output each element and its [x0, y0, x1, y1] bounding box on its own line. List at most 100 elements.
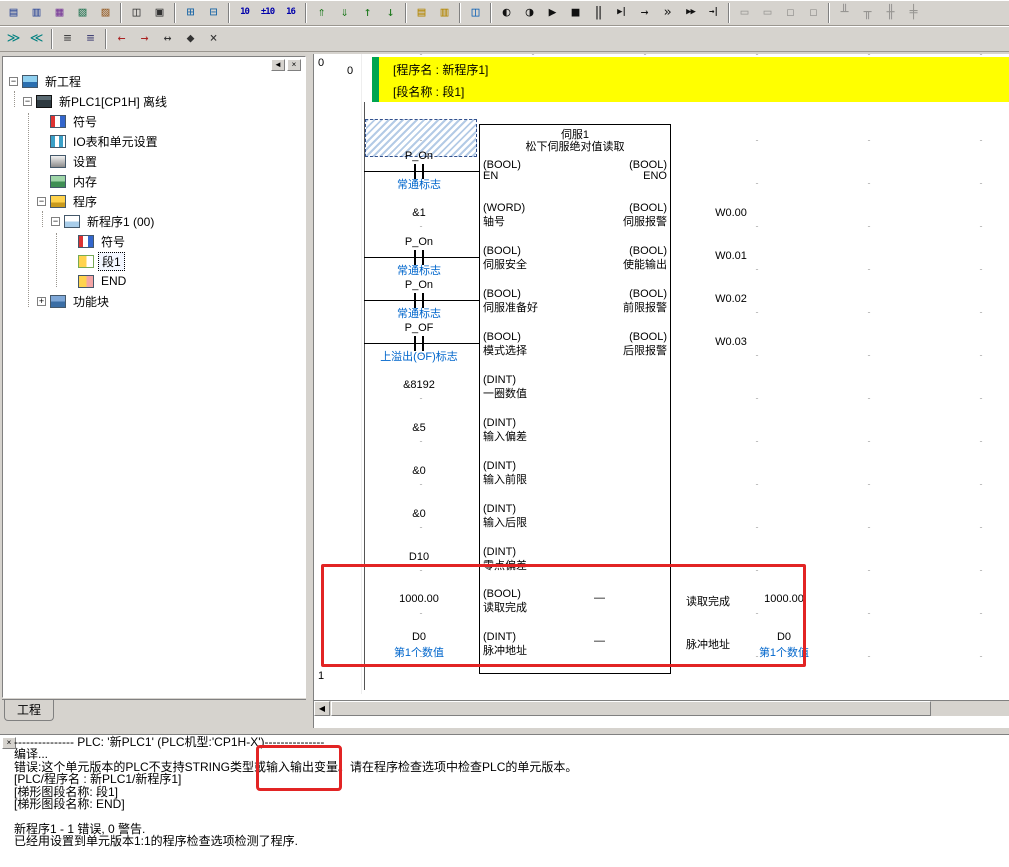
online-edit-icon[interactable]: ▤: [410, 2, 433, 23]
toolbar-separator: [120, 3, 122, 23]
collapse-icon[interactable]: −: [37, 197, 46, 206]
rung-marker: [372, 57, 379, 102]
tree-item[interactable]: −新PLC1[CP1H] 离线: [5, 91, 303, 111]
jump-top-icon[interactable]: ↑: [356, 2, 379, 23]
pulse-bar-icon: ╫: [879, 2, 902, 23]
fb-pin-name: 伺服准备好: [483, 299, 538, 315]
expand-icon[interactable]: +: [37, 297, 46, 306]
clear-search-icon[interactable]: ×: [202, 28, 225, 49]
symbol-table-icon[interactable]: ◫: [125, 2, 148, 23]
left-operand[interactable]: &0: [359, 508, 479, 520]
continue-icon[interactable]: »: [656, 2, 679, 23]
tree-item[interactable]: − 新工程: [5, 71, 303, 91]
signed-decimal-display-icon[interactable]: ±10: [256, 2, 279, 23]
toolbar-separator: [459, 3, 461, 23]
toolbar-separator: [305, 3, 307, 23]
ladder-hscrollbar[interactable]: ◀: [314, 700, 1009, 716]
view-heading-icon[interactable]: ▦: [48, 2, 71, 23]
tab-project[interactable]: 工程: [4, 700, 54, 721]
section-name-line: [段名称 : 段1]: [393, 83, 464, 100]
tree-item[interactable]: −新程序1 (00): [5, 211, 303, 231]
decimal-display-icon[interactable]: 10: [233, 2, 256, 23]
fb-pin-name: 伺服安全: [483, 256, 527, 272]
view-ladder-icon[interactable]: ▤: [2, 2, 25, 23]
left-operand[interactable]: &5: [359, 422, 479, 434]
output-body: × --------------- PLC: '新PLC1' (PLC机型:'C…: [0, 734, 1009, 867]
right-operand[interactable]: W0.03: [692, 336, 770, 348]
stop-mode-icon[interactable]: ■: [564, 2, 587, 23]
left-operand[interactable]: D10: [359, 551, 479, 563]
send-changes-icon[interactable]: ▥: [433, 2, 456, 23]
left-operand[interactable]: &1: [359, 207, 479, 219]
panel-close-button[interactable]: ×: [287, 59, 301, 71]
to-end-icon[interactable]: →|: [702, 2, 725, 23]
ladder-panel: 0 0 1 [程序名 : 新程序1] [段名称 : 段1] 伺服1 松下伺服绝对…: [313, 54, 1009, 728]
run-mode-icon[interactable]: ▶: [541, 2, 564, 23]
project-tree-box: ◄ × −新工程−新PLC1[CP1H] 离线符号IO表和单元设置设置内存−程序…: [2, 56, 306, 698]
tree-item[interactable]: 设置: [5, 151, 303, 171]
tree-item[interactable]: IO表和单元设置: [5, 131, 303, 151]
rung-list-icon[interactable]: ≡: [56, 28, 79, 49]
bookmark-icon[interactable]: ◆: [179, 28, 202, 49]
rung-down-icon[interactable]: ⇓: [333, 2, 356, 23]
view-mnemonic-icon[interactable]: ▥: [25, 2, 48, 23]
scroll-thumb[interactable]: [331, 701, 931, 716]
io-table-icon[interactable]: ▣: [148, 2, 171, 23]
tree-item[interactable]: 符号: [5, 111, 303, 131]
tree-item[interactable]: −程序: [5, 191, 303, 211]
symbols-icon: [50, 115, 66, 128]
step-number-0: 0: [347, 65, 353, 77]
step-mode-icon[interactable]: ▶|: [610, 2, 633, 23]
contact-operand[interactable]: P_OF: [359, 322, 479, 334]
left-operand[interactable]: &8192: [359, 379, 479, 391]
jump-bottom-icon[interactable]: ↓: [379, 2, 402, 23]
tree-item[interactable]: 段1: [5, 251, 303, 271]
pause-mode-icon[interactable]: ‖: [587, 2, 610, 23]
view-flag-icon[interactable]: ▨: [94, 2, 117, 23]
right-operand[interactable]: W0.01: [692, 250, 770, 262]
tree-item[interactable]: +功能块: [5, 291, 303, 311]
right-operand[interactable]: W0.00: [692, 207, 770, 219]
output-line: [梯形图段名称: 段1]: [14, 786, 1007, 798]
fb-pin-name: 使能输出: [623, 256, 667, 272]
tree-item[interactable]: 符号: [5, 231, 303, 251]
address-list-icon[interactable]: ≡: [79, 28, 102, 49]
collapse-icon[interactable]: −: [51, 217, 60, 226]
watch-window-icon[interactable]: ⊞: [179, 2, 202, 23]
tree-item-label: 设置: [70, 153, 100, 170]
contact-operand[interactable]: P_On: [359, 279, 479, 291]
pause-monitor-icon[interactable]: ◑: [518, 2, 541, 23]
tree-item[interactable]: END: [5, 271, 303, 291]
view-grid-icon[interactable]: ▧: [71, 2, 94, 23]
rung-up-icon[interactable]: ⇑: [310, 2, 333, 23]
find-previous-icon[interactable]: ←: [110, 28, 133, 49]
outdent-icon[interactable]: ≪: [25, 28, 48, 49]
output-line: [14, 810, 1007, 822]
monitor-toggle-icon[interactable]: ◐: [495, 2, 518, 23]
right-operand[interactable]: W0.02: [692, 293, 770, 305]
indent-icon[interactable]: ≫: [2, 28, 25, 49]
fast-forward-icon[interactable]: ▶▶: [679, 2, 702, 23]
ladder-canvas[interactable]: 0 0 1 [程序名 : 新程序1] [段名称 : 段1] 伺服1 松下伺服绝对…: [314, 54, 1009, 700]
contact-operand[interactable]: P_On: [359, 236, 479, 248]
toolbar-separator: [174, 3, 176, 23]
output-line: 已经用设置到单元版本1:1的程序检查选项检测了程序.: [14, 835, 1007, 847]
differential-down-icon: ╥: [856, 2, 879, 23]
panel-pin-button[interactable]: ◄: [271, 59, 285, 71]
work-online-icon[interactable]: ◫: [464, 2, 487, 23]
panel-tabs: 工程: [2, 699, 306, 719]
replace-icon[interactable]: ↔: [156, 28, 179, 49]
cross-reference-icon[interactable]: ⊟: [202, 2, 225, 23]
tree-item[interactable]: 内存: [5, 171, 303, 191]
collapse-icon[interactable]: −: [9, 77, 18, 86]
tree-guide: [28, 113, 29, 307]
left-operand[interactable]: &0: [359, 465, 479, 477]
tree-item-label: 新工程: [42, 73, 84, 90]
hex-display-icon[interactable]: 16: [279, 2, 302, 23]
collapse-icon[interactable]: −: [23, 97, 32, 106]
toolbar-separator: [405, 3, 407, 23]
contact-operand[interactable]: P_On: [359, 150, 479, 162]
step-over-icon[interactable]: →: [633, 2, 656, 23]
find-next-icon[interactable]: →: [133, 28, 156, 49]
scroll-left-icon[interactable]: ◀: [314, 701, 330, 716]
